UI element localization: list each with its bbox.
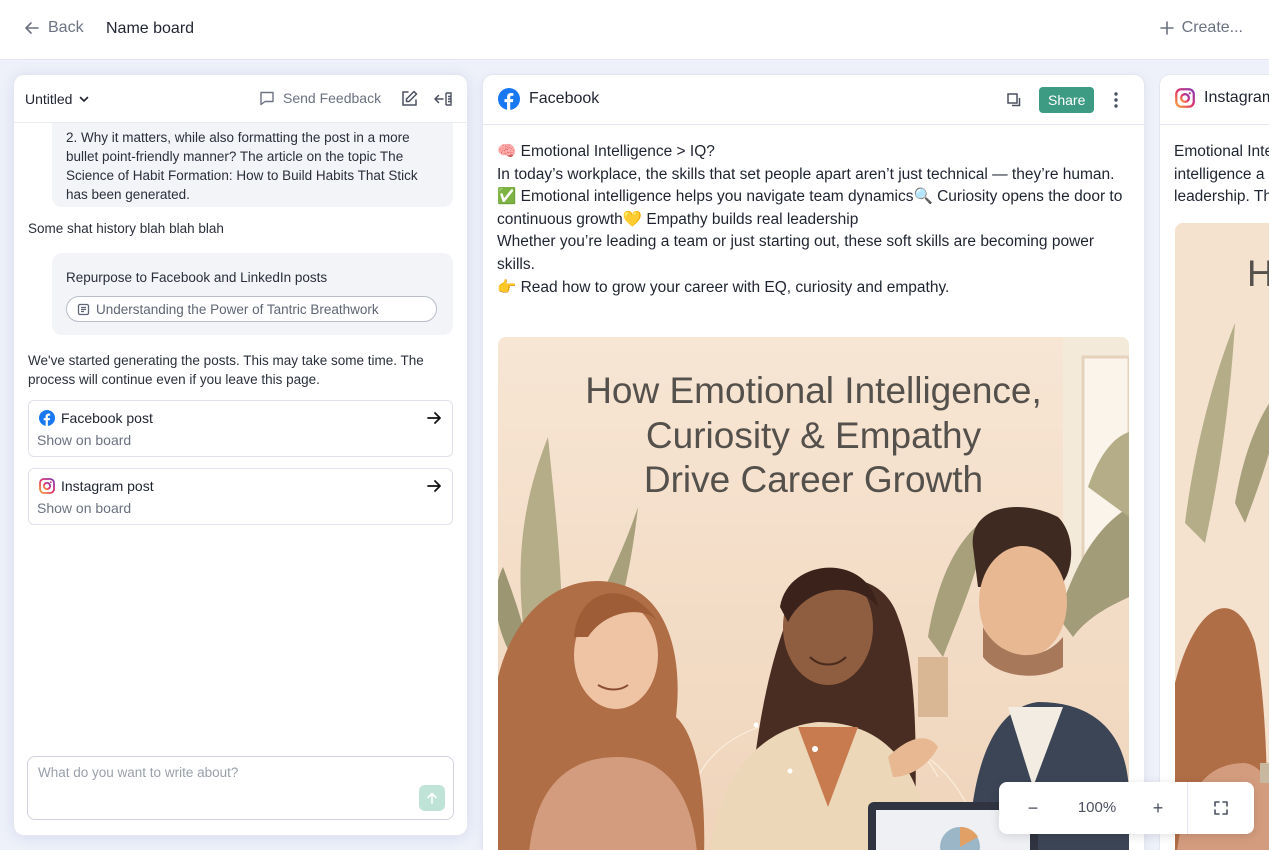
collapse-panel-icon[interactable] <box>433 89 453 109</box>
fullscreen-button[interactable] <box>1188 782 1254 834</box>
facebook-icon <box>498 88 520 110</box>
copy-icon[interactable] <box>1006 92 1022 108</box>
post-line: Emotional Inte <box>1174 143 1269 160</box>
arrow-right-icon <box>427 480 441 492</box>
share-button[interactable]: Share <box>1039 87 1095 113</box>
image-title-fragment: H <box>1247 253 1269 294</box>
zoom-level: 100% <box>1077 799 1117 816</box>
prompt-input[interactable] <box>38 765 428 805</box>
board-name[interactable]: Name board <box>106 20 194 38</box>
facebook-icon <box>39 410 55 426</box>
plus-icon <box>1159 21 1174 35</box>
show-on-board-link[interactable]: Show on board <box>37 432 131 448</box>
repurpose-text: Repurpose to Facebook and LinkedIn posts <box>66 270 328 285</box>
image-title-line: Drive Career Growth <box>643 459 984 500</box>
more-vertical-icon[interactable] <box>1108 90 1124 110</box>
chat-messages[interactable]: 2. Why it matters, while also formatting… <box>14 123 467 745</box>
article-chip[interactable]: Understanding the Power of Tantric Breat… <box>66 296 437 322</box>
post-line: intelligence a <box>1174 165 1265 183</box>
chat-title: Untitled <box>25 91 73 107</box>
facebook-card: Facebook Share 🧠 Emotional Intelligence … <box>483 75 1144 850</box>
post-line: 👉 Read how to grow your career with EQ, … <box>497 278 950 296</box>
image-title: How Emotional Intelligence, Curiosity & … <box>498 369 1129 503</box>
post-title: Instagram post <box>61 478 154 494</box>
post-line: Whether you’re leading a team or just st… <box>497 233 1095 273</box>
article-chip-label: Understanding the Power of Tantric Breat… <box>96 301 379 317</box>
platform-name: Instagram <box>1204 89 1269 106</box>
image-title-line: How Emotional Intelligence, <box>585 370 1042 411</box>
instagram-post-card[interactable]: Instagram post Show on board <box>28 468 453 525</box>
show-on-board-link[interactable]: Show on board <box>37 500 131 516</box>
image-title-line: Curiosity & Empathy <box>645 414 982 456</box>
post-title-row: Instagram post <box>39 478 154 494</box>
feedback-icon <box>260 91 274 106</box>
send-feedback-button[interactable]: Send Feedback <box>259 90 381 106</box>
fullscreen-icon <box>1214 801 1228 815</box>
arrow-up-icon <box>427 792 437 804</box>
document-icon <box>77 303 90 315</box>
composer <box>27 756 454 820</box>
instagram-icon <box>1175 88 1195 108</box>
instagram-icon <box>39 478 55 494</box>
assistant-message: Some shat history blah blah blah <box>28 221 224 236</box>
chevron-down-icon <box>80 96 89 102</box>
zoom-controls: − 100% + <box>999 782 1254 834</box>
post-line: leadership. Th <box>1174 188 1269 206</box>
post-image: H <box>1175 223 1269 850</box>
edit-icon[interactable] <box>399 89 419 109</box>
zoom-in-button[interactable]: + <box>1138 782 1178 834</box>
post-image: How Emotional Intelligence, Curiosity & … <box>498 337 1129 850</box>
status-message: We've started generating the posts. This… <box>28 353 424 387</box>
chat-panel: Untitled Send Feedback 2. Why it matters… <box>14 75 467 835</box>
create-label: Create... <box>1181 19 1243 36</box>
platform-title: Instagram <box>1175 88 1269 108</box>
send-button[interactable] <box>419 785 445 811</box>
illustration <box>1175 223 1269 850</box>
chat-header: Untitled Send Feedback <box>14 75 467 123</box>
back-label: Back <box>48 19 84 36</box>
post-text[interactable]: 🧠 Emotional Intelligence > IQ? In today’… <box>497 141 1132 299</box>
chat-title-dropdown[interactable]: Untitled <box>25 91 90 107</box>
post-line: 🧠 Emotional Intelligence > IQ? <box>497 143 715 160</box>
back-button[interactable]: Back <box>24 19 84 37</box>
user-message: 2. Why it matters, while also formatting… <box>52 123 453 207</box>
top-bar: Back Name board Create... <box>0 0 1269 60</box>
user-message-repurpose: Repurpose to Facebook and LinkedIn posts… <box>52 253 453 335</box>
send-feedback-label: Send Feedback <box>283 90 382 106</box>
post-line: ✅ Emotional intelligence helps you navig… <box>497 188 1123 228</box>
platform-name: Facebook <box>529 90 600 107</box>
create-button[interactable]: Create... <box>1159 19 1243 37</box>
facebook-post-card[interactable]: Facebook post Show on board <box>28 400 453 457</box>
post-text[interactable]: Emotional Inte intelligence a leadership… <box>1174 141 1269 209</box>
zoom-out-button[interactable]: − <box>1013 782 1053 834</box>
post-title-row: Facebook post <box>39 410 153 426</box>
post-title: Facebook post <box>61 410 153 426</box>
arrow-right-icon <box>427 412 441 424</box>
instagram-card-header: Instagram <box>1160 75 1269 125</box>
platform-title: Facebook <box>498 88 599 110</box>
facebook-card-header: Facebook Share <box>483 75 1144 125</box>
post-line: In today’s workplace, the skills that se… <box>497 165 1115 183</box>
arrow-left-icon <box>25 22 39 34</box>
instagram-card: Instagram Emotional Inte intelligence a … <box>1160 75 1269 850</box>
